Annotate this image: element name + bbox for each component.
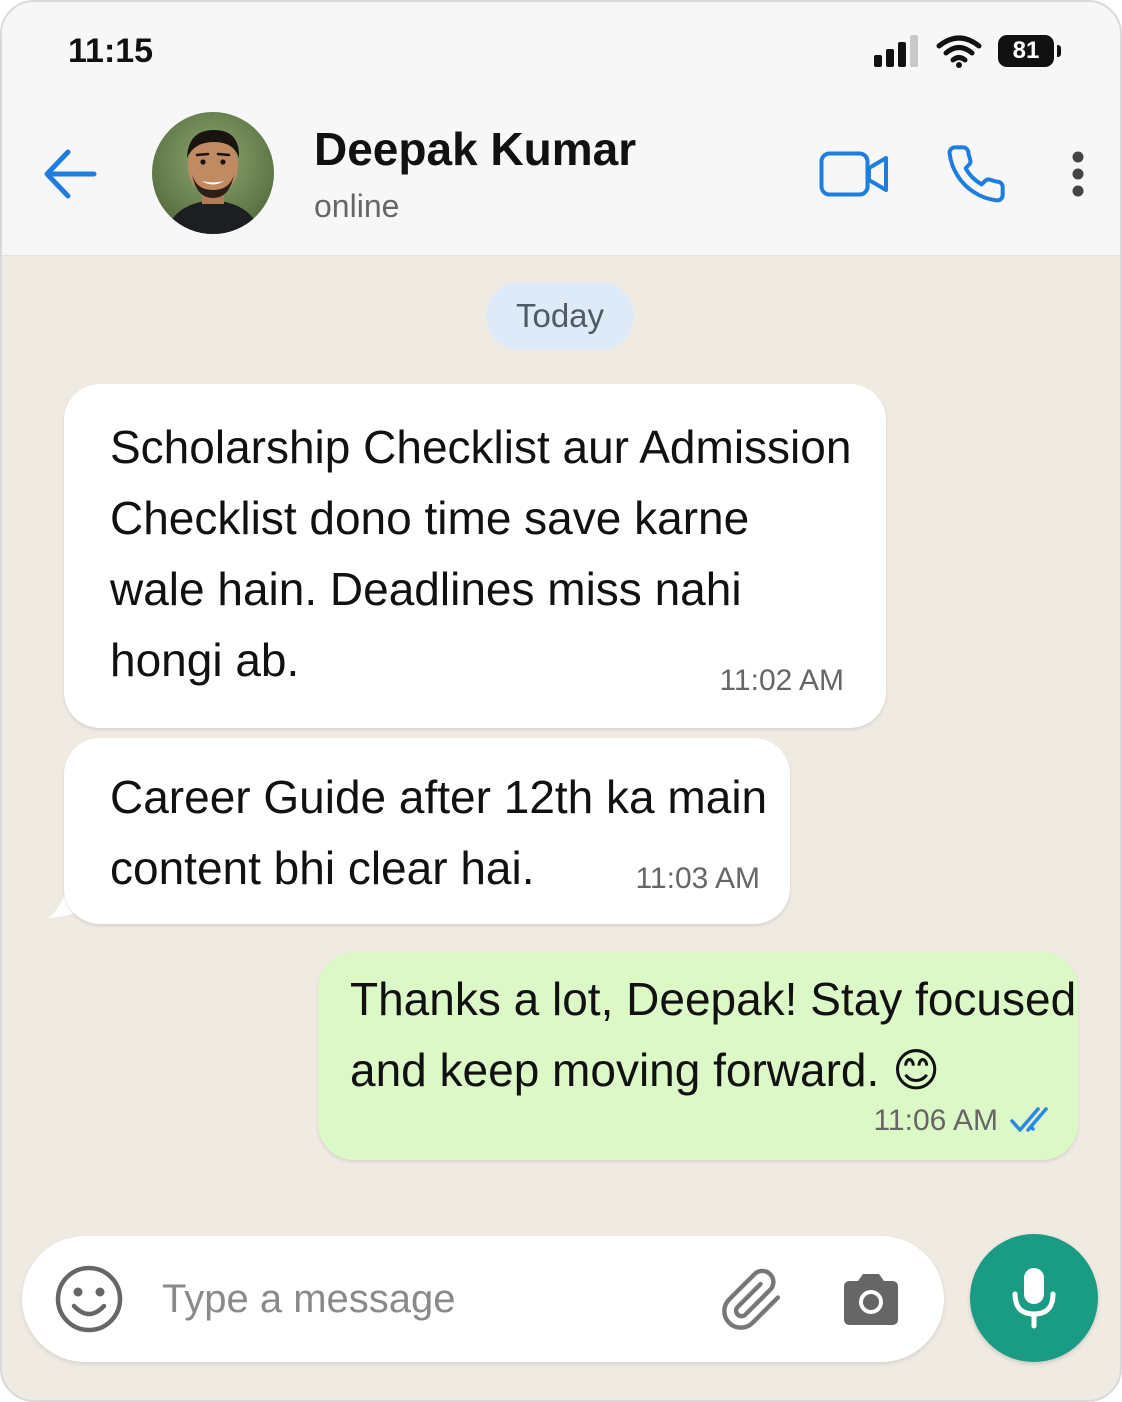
arrow-left-icon	[44, 149, 97, 199]
microphone-icon	[1012, 1268, 1056, 1329]
message-text: Scholarship Checklist aur Admission Chec…	[110, 412, 851, 696]
message-composer	[22, 1236, 944, 1362]
avatar[interactable]	[152, 112, 274, 234]
phone-icon	[947, 145, 1005, 203]
message-line: wale hain. Deadlines miss nahi	[110, 563, 742, 615]
emoji-button[interactable]	[52, 1262, 126, 1336]
double-check-icon	[1010, 1107, 1048, 1132]
chat-area[interactable]: Today Scholarship Checklist aur Admissio…	[2, 256, 1120, 1400]
camera-icon	[844, 1274, 898, 1325]
outgoing-message[interactable]: Thanks a lot, Deepak! Stay focused and k…	[318, 952, 1078, 1160]
contact-name[interactable]: Deepak Kumar	[314, 122, 636, 176]
cellular-signal-icon	[874, 35, 918, 67]
top-bar: 11:15 81 Deepak Kumar online	[2, 2, 1120, 256]
voice-message-button[interactable]	[970, 1234, 1098, 1362]
chat-screen: 11:15 81 Deepak Kumar online Today Schol…	[0, 0, 1122, 1402]
message-line: and keep moving forward. 😊	[350, 1044, 941, 1096]
status-icons: 81	[874, 34, 1061, 68]
camera-button[interactable]	[834, 1262, 908, 1336]
message-line: Scholarship Checklist aur Admission	[110, 421, 852, 473]
voice-call-button[interactable]	[940, 140, 1012, 208]
back-button[interactable]	[38, 142, 102, 206]
smiley-icon	[55, 1265, 123, 1333]
paperclip-icon	[722, 1268, 781, 1330]
status-time: 11:15	[68, 32, 154, 70]
attach-button[interactable]	[712, 1260, 792, 1340]
more-options-button[interactable]	[1058, 140, 1098, 208]
more-vertical-icon	[1072, 151, 1084, 197]
battery-level: 81	[1012, 37, 1040, 64]
incoming-message[interactable]: Career Guide after 12th ka main content …	[64, 738, 790, 924]
avatar-photo	[152, 112, 274, 234]
message-line: Career Guide after 12th ka main	[110, 771, 768, 823]
message-time: 11:03 AM	[635, 862, 760, 895]
wifi-icon	[936, 35, 982, 68]
battery-icon: 81	[998, 35, 1061, 67]
contact-status: online	[314, 188, 400, 224]
message-line: Thanks a lot, Deepak! Stay focused	[350, 973, 1077, 1025]
message-line: Checklist dono time save karne	[110, 492, 750, 544]
incoming-message[interactable]: Scholarship Checklist aur Admission Chec…	[64, 384, 886, 728]
video-camera-icon	[819, 151, 888, 197]
message-text: Thanks a lot, Deepak! Stay focused and k…	[350, 964, 1076, 1106]
message-input[interactable]	[162, 1266, 682, 1332]
date-chip: Today	[486, 282, 634, 350]
message-time: 11:02 AM	[719, 664, 844, 697]
video-call-button[interactable]	[814, 140, 894, 208]
message-time: 11:06 AM	[873, 1104, 998, 1137]
